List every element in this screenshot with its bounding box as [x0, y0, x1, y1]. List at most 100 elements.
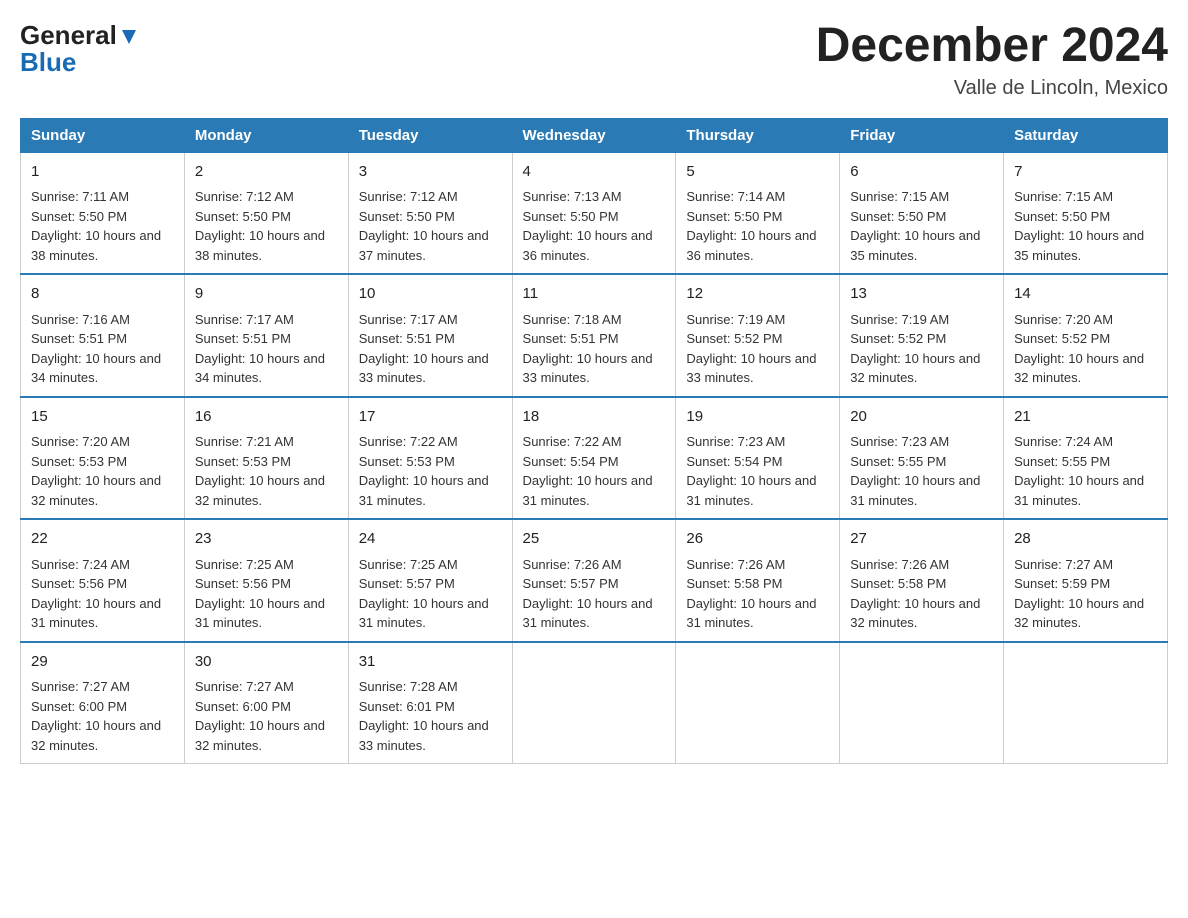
- calendar-week-row: 29 Sunrise: 7:27 AM Sunset: 6:00 PM Dayl…: [21, 642, 1168, 764]
- daylight-label: Daylight: 10 hours and 32 minutes.: [195, 473, 325, 508]
- sunset-label: Sunset: 6:00 PM: [195, 699, 291, 714]
- day-number: 26: [686, 528, 829, 551]
- sunrise-label: Sunrise: 7:11 AM: [31, 189, 129, 204]
- table-row: 16 Sunrise: 7:21 AM Sunset: 5:53 PM Dayl…: [184, 397, 348, 520]
- day-number: 19: [686, 406, 829, 429]
- table-row: 20 Sunrise: 7:23 AM Sunset: 5:55 PM Dayl…: [840, 397, 1004, 520]
- sunset-label: Sunset: 5:57 PM: [359, 576, 455, 591]
- header-sunday: Sunday: [21, 118, 185, 152]
- table-row: 15 Sunrise: 7:20 AM Sunset: 5:53 PM Dayl…: [21, 397, 185, 520]
- day-number: 16: [195, 406, 338, 429]
- day-number: 23: [195, 528, 338, 551]
- daylight-label: Daylight: 10 hours and 35 minutes.: [850, 228, 980, 263]
- header-monday: Monday: [184, 118, 348, 152]
- day-number: 21: [1014, 406, 1157, 429]
- sunset-label: Sunset: 5:50 PM: [523, 209, 619, 224]
- table-row: 4 Sunrise: 7:13 AM Sunset: 5:50 PM Dayli…: [512, 152, 676, 274]
- table-row: 17 Sunrise: 7:22 AM Sunset: 5:53 PM Dayl…: [348, 397, 512, 520]
- table-row: 13 Sunrise: 7:19 AM Sunset: 5:52 PM Dayl…: [840, 274, 1004, 397]
- daylight-label: Daylight: 10 hours and 31 minutes.: [195, 596, 325, 631]
- daylight-label: Daylight: 10 hours and 31 minutes.: [1014, 473, 1144, 508]
- day-number: 18: [523, 406, 666, 429]
- sunset-label: Sunset: 5:51 PM: [195, 331, 291, 346]
- table-row: 7 Sunrise: 7:15 AM Sunset: 5:50 PM Dayli…: [1004, 152, 1168, 274]
- sunset-label: Sunset: 5:57 PM: [523, 576, 619, 591]
- sunset-label: Sunset: 5:51 PM: [31, 331, 127, 346]
- sunset-label: Sunset: 5:53 PM: [359, 454, 455, 469]
- table-row: 25 Sunrise: 7:26 AM Sunset: 5:57 PM Dayl…: [512, 519, 676, 642]
- sunrise-label: Sunrise: 7:27 AM: [195, 679, 294, 694]
- day-number: 8: [31, 283, 174, 306]
- table-row: 8 Sunrise: 7:16 AM Sunset: 5:51 PM Dayli…: [21, 274, 185, 397]
- sunrise-label: Sunrise: 7:15 AM: [850, 189, 949, 204]
- table-row: 21 Sunrise: 7:24 AM Sunset: 5:55 PM Dayl…: [1004, 397, 1168, 520]
- header-friday: Friday: [840, 118, 1004, 152]
- sunrise-label: Sunrise: 7:19 AM: [686, 312, 785, 327]
- sunset-label: Sunset: 5:50 PM: [686, 209, 782, 224]
- sunset-label: Sunset: 5:50 PM: [850, 209, 946, 224]
- sunrise-label: Sunrise: 7:20 AM: [31, 434, 130, 449]
- daylight-label: Daylight: 10 hours and 36 minutes.: [686, 228, 816, 263]
- sunset-label: Sunset: 5:50 PM: [195, 209, 291, 224]
- daylight-label: Daylight: 10 hours and 37 minutes.: [359, 228, 489, 263]
- sunset-label: Sunset: 5:50 PM: [359, 209, 455, 224]
- sunset-label: Sunset: 6:00 PM: [31, 699, 127, 714]
- sunrise-label: Sunrise: 7:20 AM: [1014, 312, 1113, 327]
- daylight-label: Daylight: 10 hours and 34 minutes.: [31, 351, 161, 386]
- daylight-label: Daylight: 10 hours and 31 minutes.: [523, 473, 653, 508]
- table-row: 22 Sunrise: 7:24 AM Sunset: 5:56 PM Dayl…: [21, 519, 185, 642]
- table-row: [1004, 642, 1168, 764]
- table-row: 28 Sunrise: 7:27 AM Sunset: 5:59 PM Dayl…: [1004, 519, 1168, 642]
- sunrise-label: Sunrise: 7:27 AM: [1014, 557, 1113, 572]
- calendar-week-row: 8 Sunrise: 7:16 AM Sunset: 5:51 PM Dayli…: [21, 274, 1168, 397]
- calendar-week-row: 22 Sunrise: 7:24 AM Sunset: 5:56 PM Dayl…: [21, 519, 1168, 642]
- sunrise-label: Sunrise: 7:16 AM: [31, 312, 130, 327]
- calendar-title: December 2024: [816, 20, 1168, 73]
- daylight-label: Daylight: 10 hours and 32 minutes.: [850, 596, 980, 631]
- day-number: 27: [850, 528, 993, 551]
- calendar-week-row: 1 Sunrise: 7:11 AM Sunset: 5:50 PM Dayli…: [21, 152, 1168, 274]
- table-row: 10 Sunrise: 7:17 AM Sunset: 5:51 PM Dayl…: [348, 274, 512, 397]
- day-number: 25: [523, 528, 666, 551]
- daylight-label: Daylight: 10 hours and 31 minutes.: [686, 473, 816, 508]
- sunset-label: Sunset: 5:56 PM: [31, 576, 127, 591]
- day-number: 17: [359, 406, 502, 429]
- day-number: 14: [1014, 283, 1157, 306]
- daylight-label: Daylight: 10 hours and 32 minutes.: [1014, 351, 1144, 386]
- day-number: 30: [195, 651, 338, 674]
- day-number: 24: [359, 528, 502, 551]
- table-row: 1 Sunrise: 7:11 AM Sunset: 5:50 PM Dayli…: [21, 152, 185, 274]
- day-number: 13: [850, 283, 993, 306]
- sunrise-label: Sunrise: 7:13 AM: [523, 189, 622, 204]
- daylight-label: Daylight: 10 hours and 31 minutes.: [359, 596, 489, 631]
- sunrise-label: Sunrise: 7:23 AM: [850, 434, 949, 449]
- table-row: 31 Sunrise: 7:28 AM Sunset: 6:01 PM Dayl…: [348, 642, 512, 764]
- sunrise-label: Sunrise: 7:19 AM: [850, 312, 949, 327]
- header-tuesday: Tuesday: [348, 118, 512, 152]
- sunrise-label: Sunrise: 7:26 AM: [523, 557, 622, 572]
- sunset-label: Sunset: 5:54 PM: [686, 454, 782, 469]
- daylight-label: Daylight: 10 hours and 34 minutes.: [195, 351, 325, 386]
- table-row: 19 Sunrise: 7:23 AM Sunset: 5:54 PM Dayl…: [676, 397, 840, 520]
- daylight-label: Daylight: 10 hours and 32 minutes.: [31, 718, 161, 753]
- table-row: 11 Sunrise: 7:18 AM Sunset: 5:51 PM Dayl…: [512, 274, 676, 397]
- sunset-label: Sunset: 5:50 PM: [31, 209, 127, 224]
- calendar-table: Sunday Monday Tuesday Wednesday Thursday…: [20, 118, 1168, 765]
- daylight-label: Daylight: 10 hours and 31 minutes.: [31, 596, 161, 631]
- day-number: 5: [686, 161, 829, 184]
- sunset-label: Sunset: 5:52 PM: [1014, 331, 1110, 346]
- sunrise-label: Sunrise: 7:26 AM: [850, 557, 949, 572]
- table-row: 27 Sunrise: 7:26 AM Sunset: 5:58 PM Dayl…: [840, 519, 1004, 642]
- daylight-label: Daylight: 10 hours and 33 minutes.: [523, 351, 653, 386]
- sunrise-label: Sunrise: 7:22 AM: [359, 434, 458, 449]
- daylight-label: Daylight: 10 hours and 36 minutes.: [523, 228, 653, 263]
- sunrise-label: Sunrise: 7:12 AM: [359, 189, 458, 204]
- day-number: 4: [523, 161, 666, 184]
- header-saturday: Saturday: [1004, 118, 1168, 152]
- sunset-label: Sunset: 5:52 PM: [850, 331, 946, 346]
- sunrise-label: Sunrise: 7:26 AM: [686, 557, 785, 572]
- sunrise-label: Sunrise: 7:17 AM: [359, 312, 458, 327]
- title-block: December 2024 Valle de Lincoln, Mexico: [816, 20, 1168, 100]
- page-header: General Blue December 2024 Valle de Linc…: [20, 20, 1168, 100]
- sunset-label: Sunset: 5:58 PM: [686, 576, 782, 591]
